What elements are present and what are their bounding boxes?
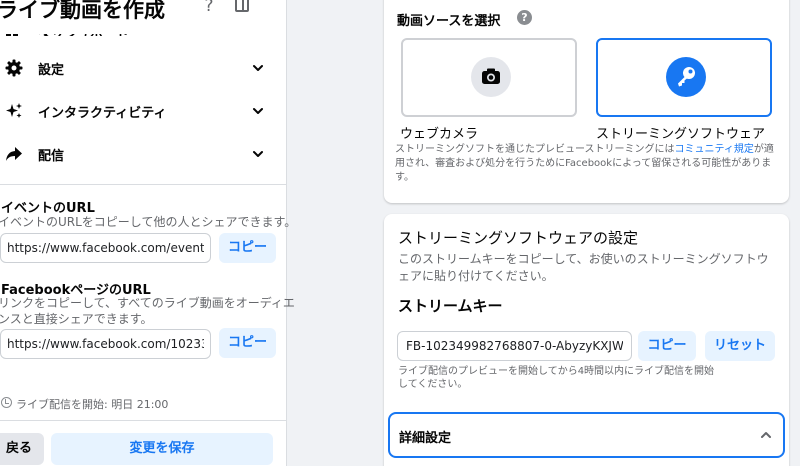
sidebar-item-distribution[interactable]: 配信 [0,134,286,174]
divider [0,420,286,421]
source-note: ストリーミングソフトを通じたプレビューストリーミングにはコミュニティ規定が適用さ… [395,143,780,185]
advanced-settings-label: 詳細設定 [399,431,452,446]
chevron-down-icon [253,151,263,157]
video-source-card: 動画ソースを選択 ? ウェブカメラ ストリーミングソフトウェア ストリーミングソ… [384,0,789,203]
sidebar-item-label: 設定 [38,63,65,78]
streaming-settings-description: このストリームキーをコピーして、お使いのストリーミングソフトウェアに貼り付けてく… [398,252,769,283]
schedule-text: ライブ配信を開始: 明日 21:00 [16,398,169,411]
advanced-settings-toggle[interactable]: 詳細設定 [388,412,785,458]
divider [0,184,286,185]
share-arrow-icon [6,147,22,161]
copy-stream-key-button[interactable]: コピー [638,331,696,361]
event-url-field[interactable] [0,233,211,263]
help-icon[interactable]: ? [517,10,532,25]
community-standards-link[interactable]: コミュニティ規定 [675,144,754,155]
collapse-panel-icon[interactable] [235,0,249,12]
reset-stream-key-button[interactable]: リセット [705,331,775,361]
source-option-streaming-software[interactable] [596,38,772,117]
video-source-title: 動画ソースを選択 [397,14,501,29]
help-icon[interactable]: ? [199,0,219,20]
copy-event-url-button[interactable]: コピー [219,233,276,263]
page-url-description-line-2: ンスと直接シェアできます。 [0,312,153,326]
key-icon [666,57,706,97]
gear-icon [5,59,23,77]
source-option-label: ストリーミングソフトウェア [596,127,766,142]
stream-key-hint: ライブ配信のプレビューを開始してから4時間以内にライブ配信を開始してください。 [398,366,715,390]
page-url-description-line-1: リンクをコピーして、すべてのライブ動画をオーディエ [0,296,295,310]
panel-header: ライブ動画を作成 ? [0,0,286,34]
page-url-field[interactable] [0,329,211,359]
sidebar-item-interactivity[interactable]: インタラクティビティ [0,91,286,131]
camera-icon [471,57,511,97]
save-changes-button[interactable]: 変更を保存 [51,433,273,465]
source-option-webcam[interactable] [401,38,577,117]
left-panel: ダッシュボード ライブ動画を作成 ? 設定 [0,0,296,466]
page-title: ライブ動画を作成 [0,0,165,22]
chevron-down-icon [253,65,263,71]
sparkle-icon [6,103,22,118]
sidebar-item-settings[interactable]: 設定 [0,48,286,88]
source-note-text: ストリーミングソフトを通じたプレビューストリーミングには [395,144,675,155]
back-button[interactable]: 戻る [0,433,44,465]
event-url-description: イベントのURLをコピーして他の人とシェアできます。 [0,215,297,229]
copy-page-url-button[interactable]: コピー [219,328,276,358]
source-option-label: ウェブカメラ [400,127,479,142]
streaming-settings-card: ストリーミングソフトウェアの設定 このストリームキーをコピーして、お使いのストリ… [384,214,789,466]
chevron-up-icon [761,432,771,438]
stream-key-field[interactable] [397,331,632,361]
streaming-settings-title: ストリーミングソフトウェアの設定 [398,229,639,247]
stream-key-title: ストリームキー [398,297,503,315]
clock-icon [1,397,12,408]
sidebar-item-label: インタラクティビティ [38,106,167,121]
sidebar-item-label: 配信 [38,149,65,164]
chevron-down-icon [253,108,263,114]
